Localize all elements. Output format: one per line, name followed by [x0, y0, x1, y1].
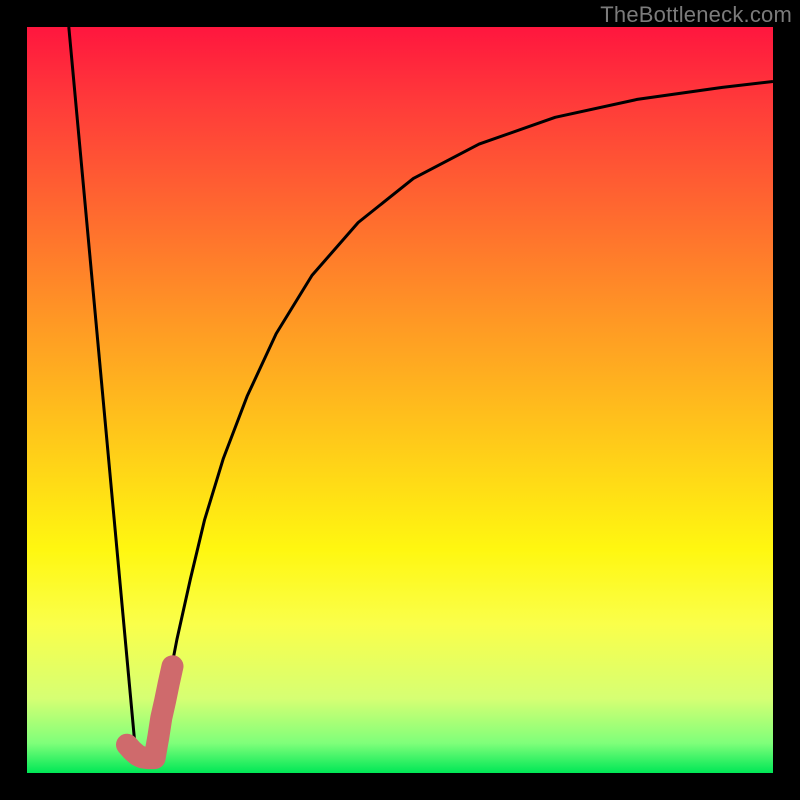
- chart-frame: TheBottleneck.com: [0, 0, 800, 800]
- watermark-text: TheBottleneck.com: [600, 2, 792, 28]
- plot-area: [27, 27, 773, 773]
- highlight-hook: [127, 666, 173, 758]
- right-branch-line: [155, 82, 773, 759]
- chart-svg: [27, 27, 773, 773]
- left-branch-line: [69, 27, 136, 755]
